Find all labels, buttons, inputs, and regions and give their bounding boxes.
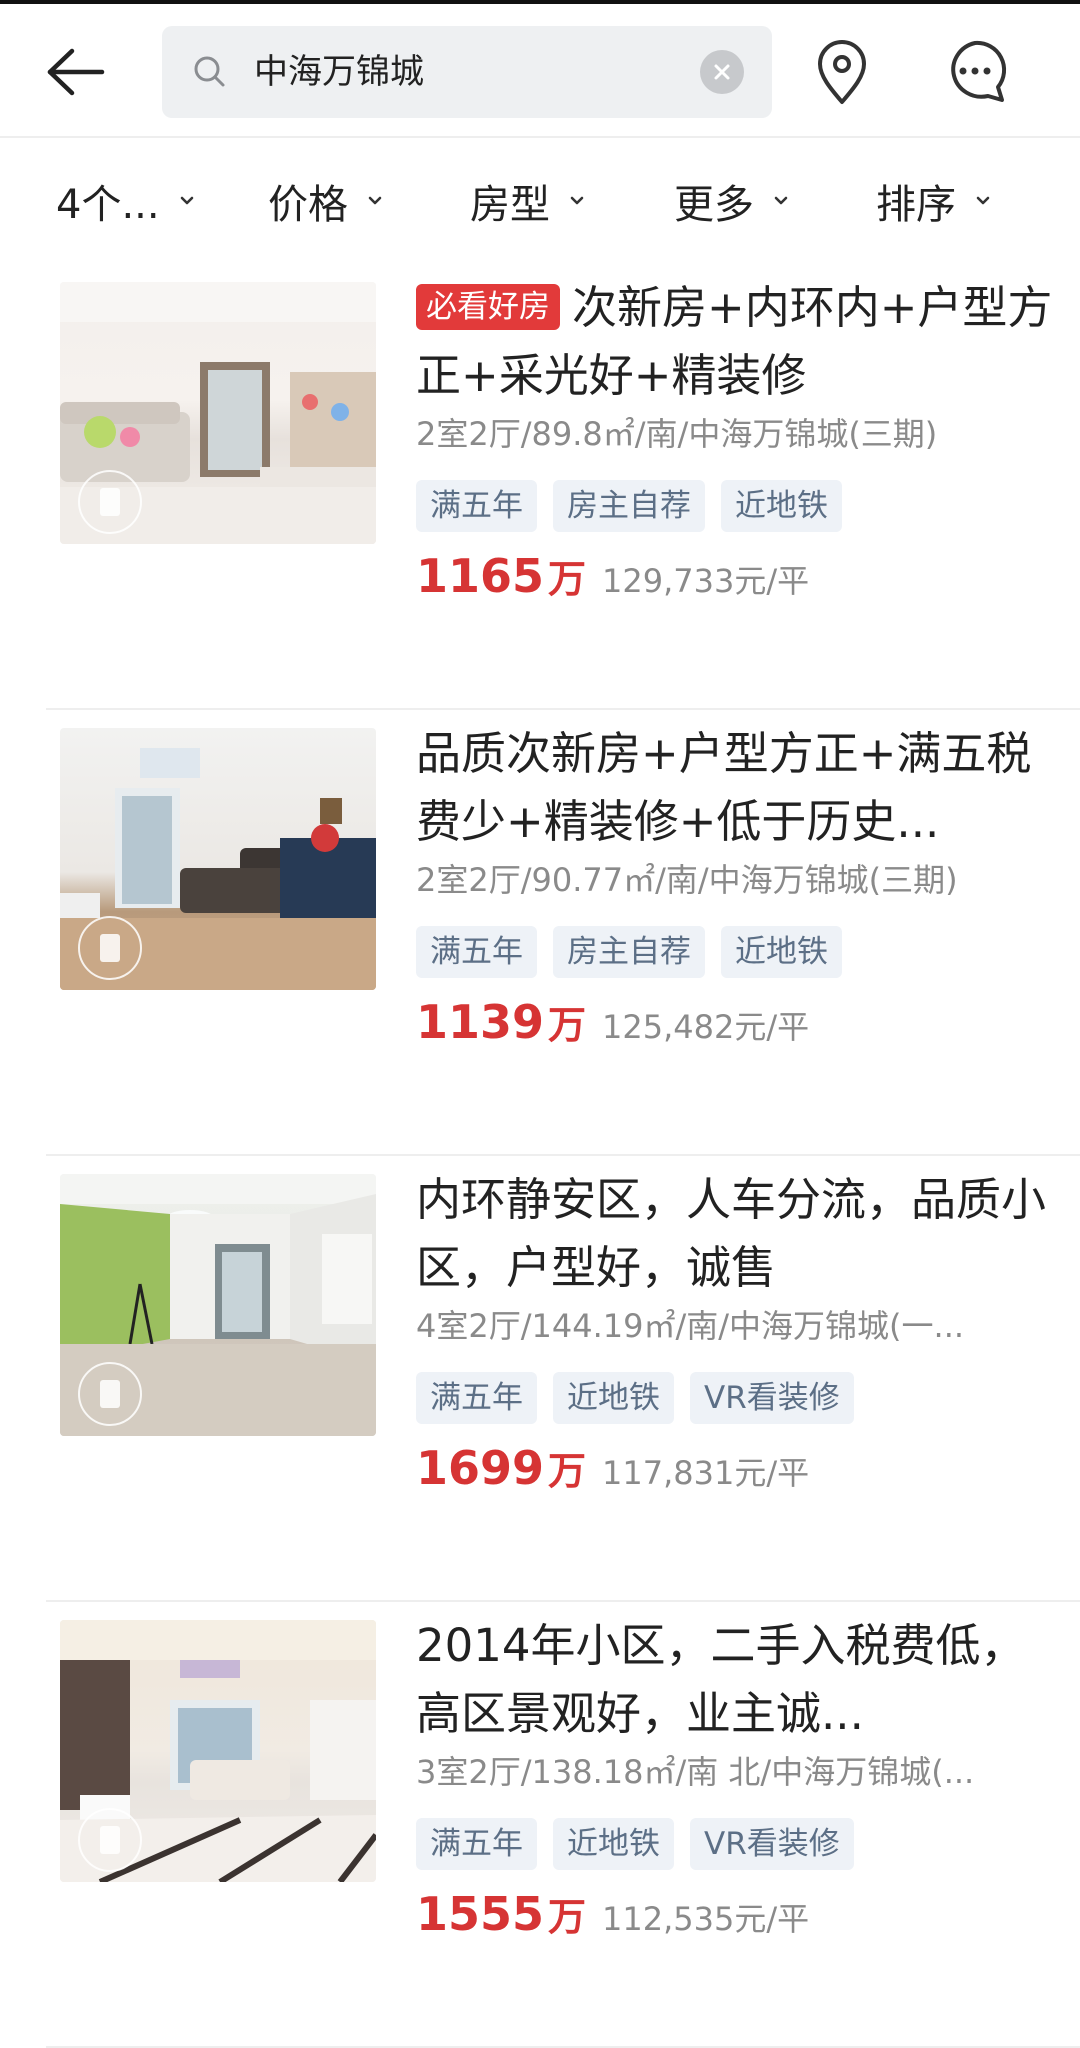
tag: 满五年: [416, 1372, 537, 1424]
chevron-down-icon: [976, 196, 990, 205]
price-unit: 万: [548, 1449, 587, 1493]
filter-price[interactable]: 价格: [268, 138, 388, 264]
price-row: 1139 万 125,482元/平: [416, 994, 809, 1049]
must-see-badge: 必看好房: [416, 284, 560, 330]
price-row: 1165 万 129,733元/平: [416, 548, 809, 603]
total-price: 1699: [416, 1441, 545, 1495]
listing-photo[interactable]: [60, 282, 376, 544]
listing-title[interactable]: 2014年小区，二手入税费低，高区景观好，业主诚...: [416, 1612, 1056, 1748]
total-price: 1555: [416, 1887, 545, 1941]
filter-area[interactable]: 4个...: [56, 138, 200, 264]
back-button[interactable]: [40, 40, 110, 104]
search-icon: [194, 56, 225, 87]
search-input[interactable]: 中海万锦城: [254, 26, 424, 118]
tag: 房主自荐: [553, 926, 705, 978]
filter-sort[interactable]: 排序: [876, 138, 996, 264]
filter-label: 排序: [876, 182, 956, 228]
listing-tags: 满五年 近地铁 VR看装修: [416, 1818, 854, 1870]
filter-label: 价格: [268, 182, 348, 228]
tag: VR看装修: [690, 1372, 854, 1424]
price-unit: 万: [548, 557, 587, 601]
search-box[interactable]: 中海万锦城: [162, 26, 772, 118]
total-price: 1139: [416, 995, 545, 1049]
vr-icon: [78, 1362, 142, 1426]
tag: 满五年: [416, 480, 537, 532]
tag: 近地铁: [721, 480, 842, 532]
listing-tags: 满五年 房主自荐 近地铁: [416, 926, 842, 978]
tag: VR看装修: [690, 1818, 854, 1870]
listing-meta: 4室2厅/144.19㎡/南/中海万锦城(一...: [416, 1307, 965, 1345]
unit-price: 125,482元/平: [602, 1008, 810, 1046]
listing-card[interactable]: 2014年小区，二手入税费低，高区景观好，业主诚... 3室2厅/138.18㎡…: [46, 1602, 1080, 2048]
listing-photo[interactable]: [60, 1174, 376, 1436]
message-icon: [951, 40, 1007, 102]
listing-meta: 3室2厅/138.18㎡/南 北/中海万锦城(...: [416, 1753, 975, 1791]
chevron-down-icon: [368, 196, 382, 205]
tag: 近地铁: [553, 1818, 674, 1870]
chevron-down-icon: [570, 196, 584, 205]
total-price: 1165: [416, 549, 545, 603]
clear-search-button[interactable]: [700, 50, 744, 94]
filter-label: 更多: [674, 182, 754, 228]
listing-tags: 满五年 近地铁 VR看装修: [416, 1372, 854, 1424]
header: 中海万锦城: [0, 4, 1080, 138]
filter-layout[interactable]: 房型: [470, 138, 590, 264]
tag: 近地铁: [721, 926, 842, 978]
tag: 近地铁: [553, 1372, 674, 1424]
filter-bar: 4个... 价格 房型 更多 排序: [0, 138, 1080, 264]
location-pin-icon: [818, 40, 866, 104]
message-button[interactable]: [942, 38, 1008, 104]
listing-tags: 满五年 房主自荐 近地铁: [416, 480, 842, 532]
filter-label: 4个...: [56, 182, 160, 228]
listing-card[interactable]: 内环静安区，人车分流，品质小区，户型好，诚售 4室2厅/144.19㎡/南/中海…: [46, 1156, 1080, 1602]
vr-icon: [78, 470, 142, 534]
chevron-down-icon: [180, 196, 193, 205]
chevron-down-icon: [774, 196, 788, 205]
unit-price: 112,535元/平: [602, 1900, 810, 1938]
filter-more[interactable]: 更多: [674, 138, 794, 264]
listing-title[interactable]: 品质次新房+户型方正+满五税费少+精装修+低于历史...: [416, 720, 1056, 856]
listing-card[interactable]: 必看好房 次新房+内环内+户型方正+采光好+精装修 2室2厅/89.8㎡/南/中海…: [46, 264, 1080, 710]
price-unit: 万: [548, 1003, 587, 1047]
listing-card[interactable]: 品质次新房+户型方正+满五税费少+精装修+低于历史... 2室2厅/90.77㎡…: [46, 710, 1080, 1156]
location-button[interactable]: [812, 36, 872, 106]
vr-icon: [78, 1808, 142, 1872]
unit-price: 117,831元/平: [602, 1454, 810, 1492]
listing-photo[interactable]: [60, 728, 376, 990]
listing-meta: 2室2厅/89.8㎡/南/中海万锦城(三期): [416, 415, 938, 453]
price-row: 1555 万 112,535元/平: [416, 1886, 809, 1941]
tag: 满五年: [416, 926, 537, 978]
filter-label: 房型: [470, 182, 550, 228]
tag: 房主自荐: [553, 480, 705, 532]
vr-icon: [78, 916, 142, 980]
unit-price: 129,733元/平: [602, 562, 810, 600]
tag: 满五年: [416, 1818, 537, 1870]
price-row: 1699 万 117,831元/平: [416, 1440, 809, 1495]
listing-meta: 2室2厅/90.77㎡/南/中海万锦城(三期): [416, 861, 958, 899]
clear-icon: [714, 64, 730, 80]
price-unit: 万: [548, 1895, 587, 1939]
back-arrow-icon: [47, 48, 105, 96]
listing-title[interactable]: 内环静安区，人车分流，品质小区，户型好，诚售: [416, 1166, 1056, 1302]
listing-photo[interactable]: [60, 1620, 376, 1882]
listing-title[interactable]: 必看好房 次新房+内环内+户型方正+采光好+精装修: [416, 274, 1056, 410]
